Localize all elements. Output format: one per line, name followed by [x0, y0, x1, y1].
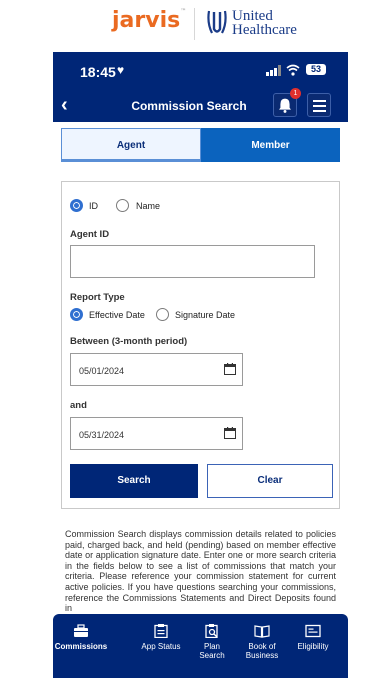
menu-button[interactable] [307, 93, 331, 117]
radio-signature-date[interactable] [156, 308, 169, 321]
uhc-wordmark: United Healthcare [232, 8, 297, 38]
wifi-icon [286, 64, 300, 76]
jarvis-logo: jarvis™ [112, 8, 187, 33]
calendar-icon[interactable] [224, 427, 236, 439]
radio-id[interactable] [70, 199, 83, 212]
heart-icon: ♥ [117, 63, 125, 77]
search-button[interactable]: Search [70, 464, 198, 498]
id-card-icon [305, 624, 321, 638]
radio-name-label: Name [136, 201, 161, 211]
nav-app-status[interactable]: App Status [133, 624, 189, 651]
battery-icon: 53 [306, 64, 326, 75]
radio-name[interactable] [116, 199, 129, 212]
tab-agent[interactable]: Agent [61, 128, 201, 162]
between-label: Between (3-month period) [70, 336, 188, 347]
book-icon [254, 625, 270, 638]
brand-header: jarvis™ United Healthcare [0, 0, 392, 52]
status-time: 18:45 [80, 64, 116, 80]
nav-commissions[interactable]: Commissions [53, 624, 109, 651]
radio-signature-date-label: Signature Date [175, 310, 236, 320]
nav-eligibility[interactable]: Eligibility [285, 624, 341, 651]
notification-badge: 1 [290, 88, 301, 99]
calendar-icon[interactable] [224, 363, 236, 375]
hamburger-icon [313, 100, 326, 102]
agent-id-input[interactable] [70, 245, 315, 278]
plan-search-icon [205, 624, 218, 638]
uhc-logo-icon [207, 10, 227, 34]
report-type-label: Report Type [70, 292, 125, 303]
clear-button[interactable]: Clear [207, 464, 333, 498]
briefcase-icon [74, 624, 88, 637]
start-date-input[interactable]: 05/01/2024 [70, 353, 243, 386]
and-label: and [70, 400, 87, 411]
app-screen: 18:45 ♥ 53 ‹ Commission Search 1 Agent M… [53, 52, 348, 678]
brand-divider [194, 8, 195, 40]
end-date-input[interactable]: 05/31/2024 [70, 417, 243, 450]
agent-id-label: Agent ID [70, 229, 110, 240]
radio-id-label: ID [89, 201, 98, 211]
clipboard-icon [154, 624, 168, 638]
search-form: ID Name Agent ID Report Type Effective D… [61, 181, 340, 509]
search-tabs: Agent Member [61, 128, 340, 162]
status-bar: 18:45 ♥ 53 [53, 52, 348, 90]
page: jarvis™ United Healthcare 18:45 ♥ 53 ‹ C… [0, 0, 392, 696]
app-navbar: ‹ Commission Search 1 [53, 88, 348, 122]
tab-member[interactable]: Member [201, 128, 340, 162]
signal-icon [266, 65, 281, 76]
search-description: Commission Search displays commission de… [65, 529, 336, 614]
nav-plan-search[interactable]: Plan Search [184, 624, 240, 660]
radio-effective-date[interactable] [70, 308, 83, 321]
end-date-value: 05/31/2024 [79, 430, 125, 440]
bottom-nav: Commissions App Status Plan Search Book … [53, 614, 348, 678]
start-date-value: 05/01/2024 [79, 366, 125, 376]
nav-book-of-business[interactable]: Book of Business [234, 624, 290, 660]
radio-effective-date-label: Effective Date [89, 310, 145, 320]
